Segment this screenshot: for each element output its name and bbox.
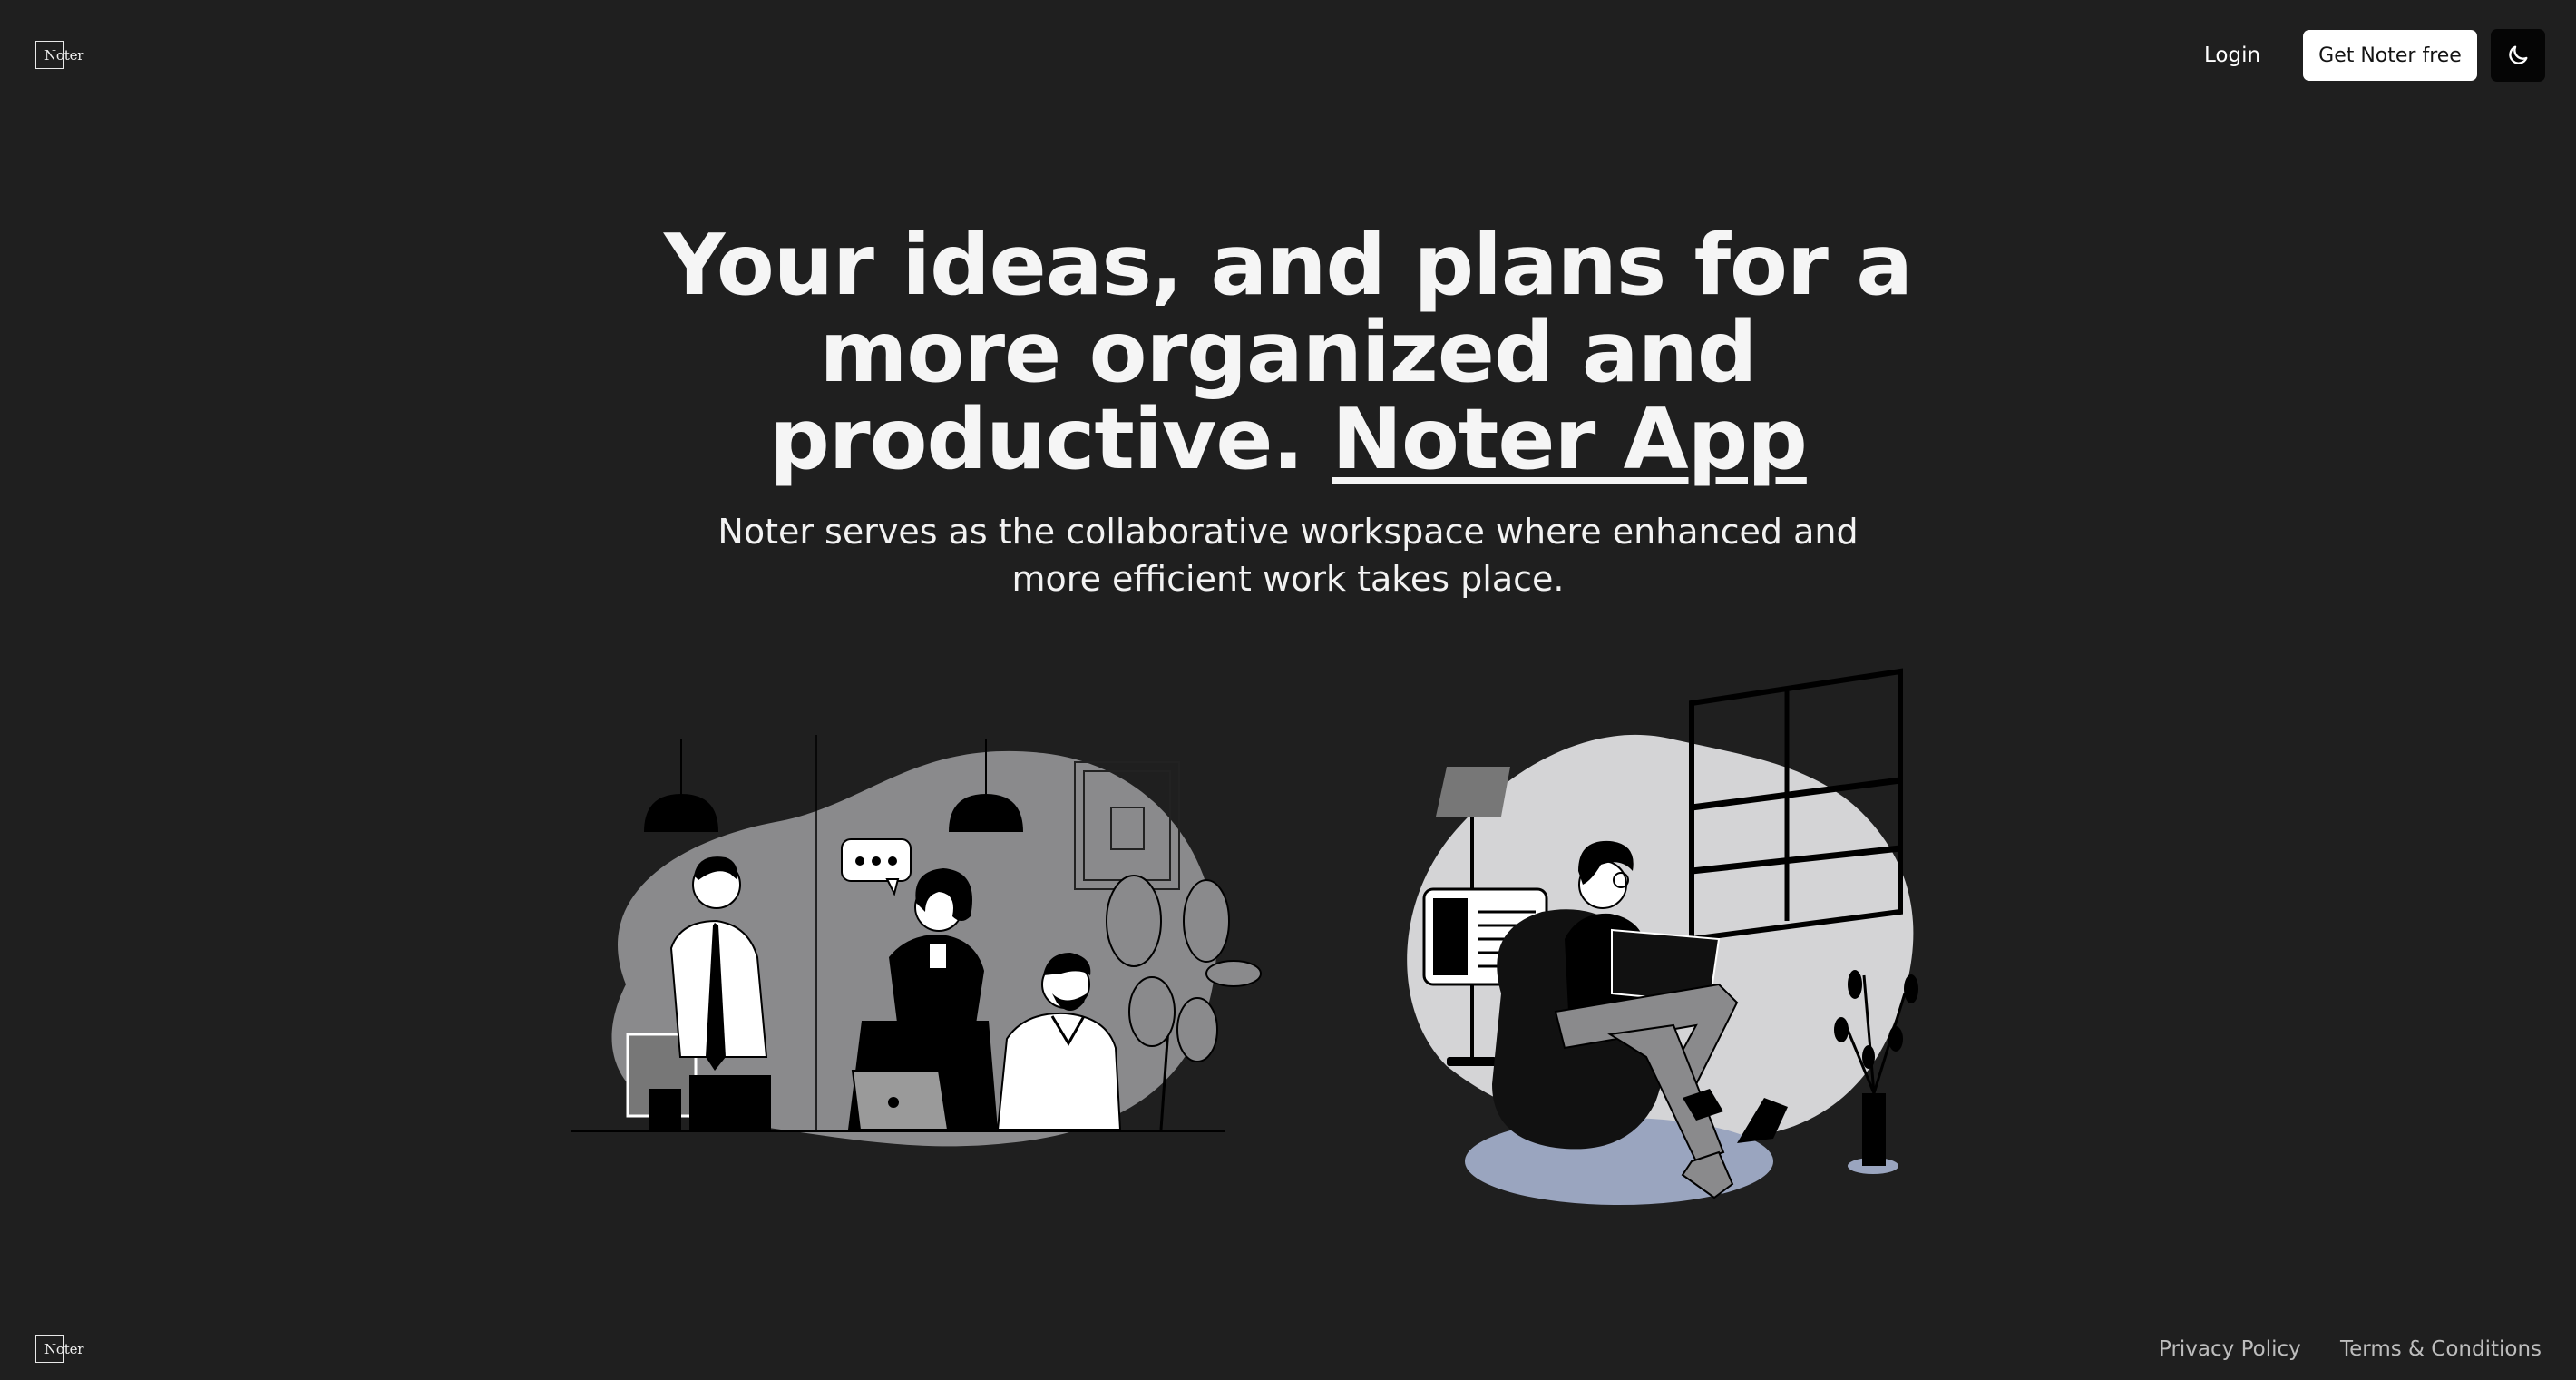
hero-title-accent: Noter App xyxy=(1332,390,1808,488)
logo-text: Noter xyxy=(44,46,84,64)
hero-subtitle: Noter serves as the collaborative worksp… xyxy=(717,512,1859,599)
privacy-policy-link[interactable]: Privacy Policy xyxy=(2159,1334,2301,1365)
hero-title: Your ideas, and plans for a more organiz… xyxy=(653,221,1923,483)
get-noter-free-button[interactable]: Get Noter free xyxy=(2303,30,2477,81)
theme-toggle-button[interactable] xyxy=(2491,29,2545,82)
footer-logo[interactable]: Noter xyxy=(35,1335,83,1363)
footer-logo-text: Noter xyxy=(44,1340,84,1357)
reading-man-illustration xyxy=(1407,668,1918,1205)
top-navbar: Noter Login Get Noter free xyxy=(0,0,2576,111)
login-link[interactable]: Login xyxy=(2204,40,2260,71)
team-meeting-illustration xyxy=(571,735,1262,1147)
moon-icon xyxy=(2509,45,2528,64)
logo[interactable]: Noter xyxy=(35,41,83,69)
terms-conditions-link[interactable]: Terms & Conditions xyxy=(2340,1334,2542,1365)
